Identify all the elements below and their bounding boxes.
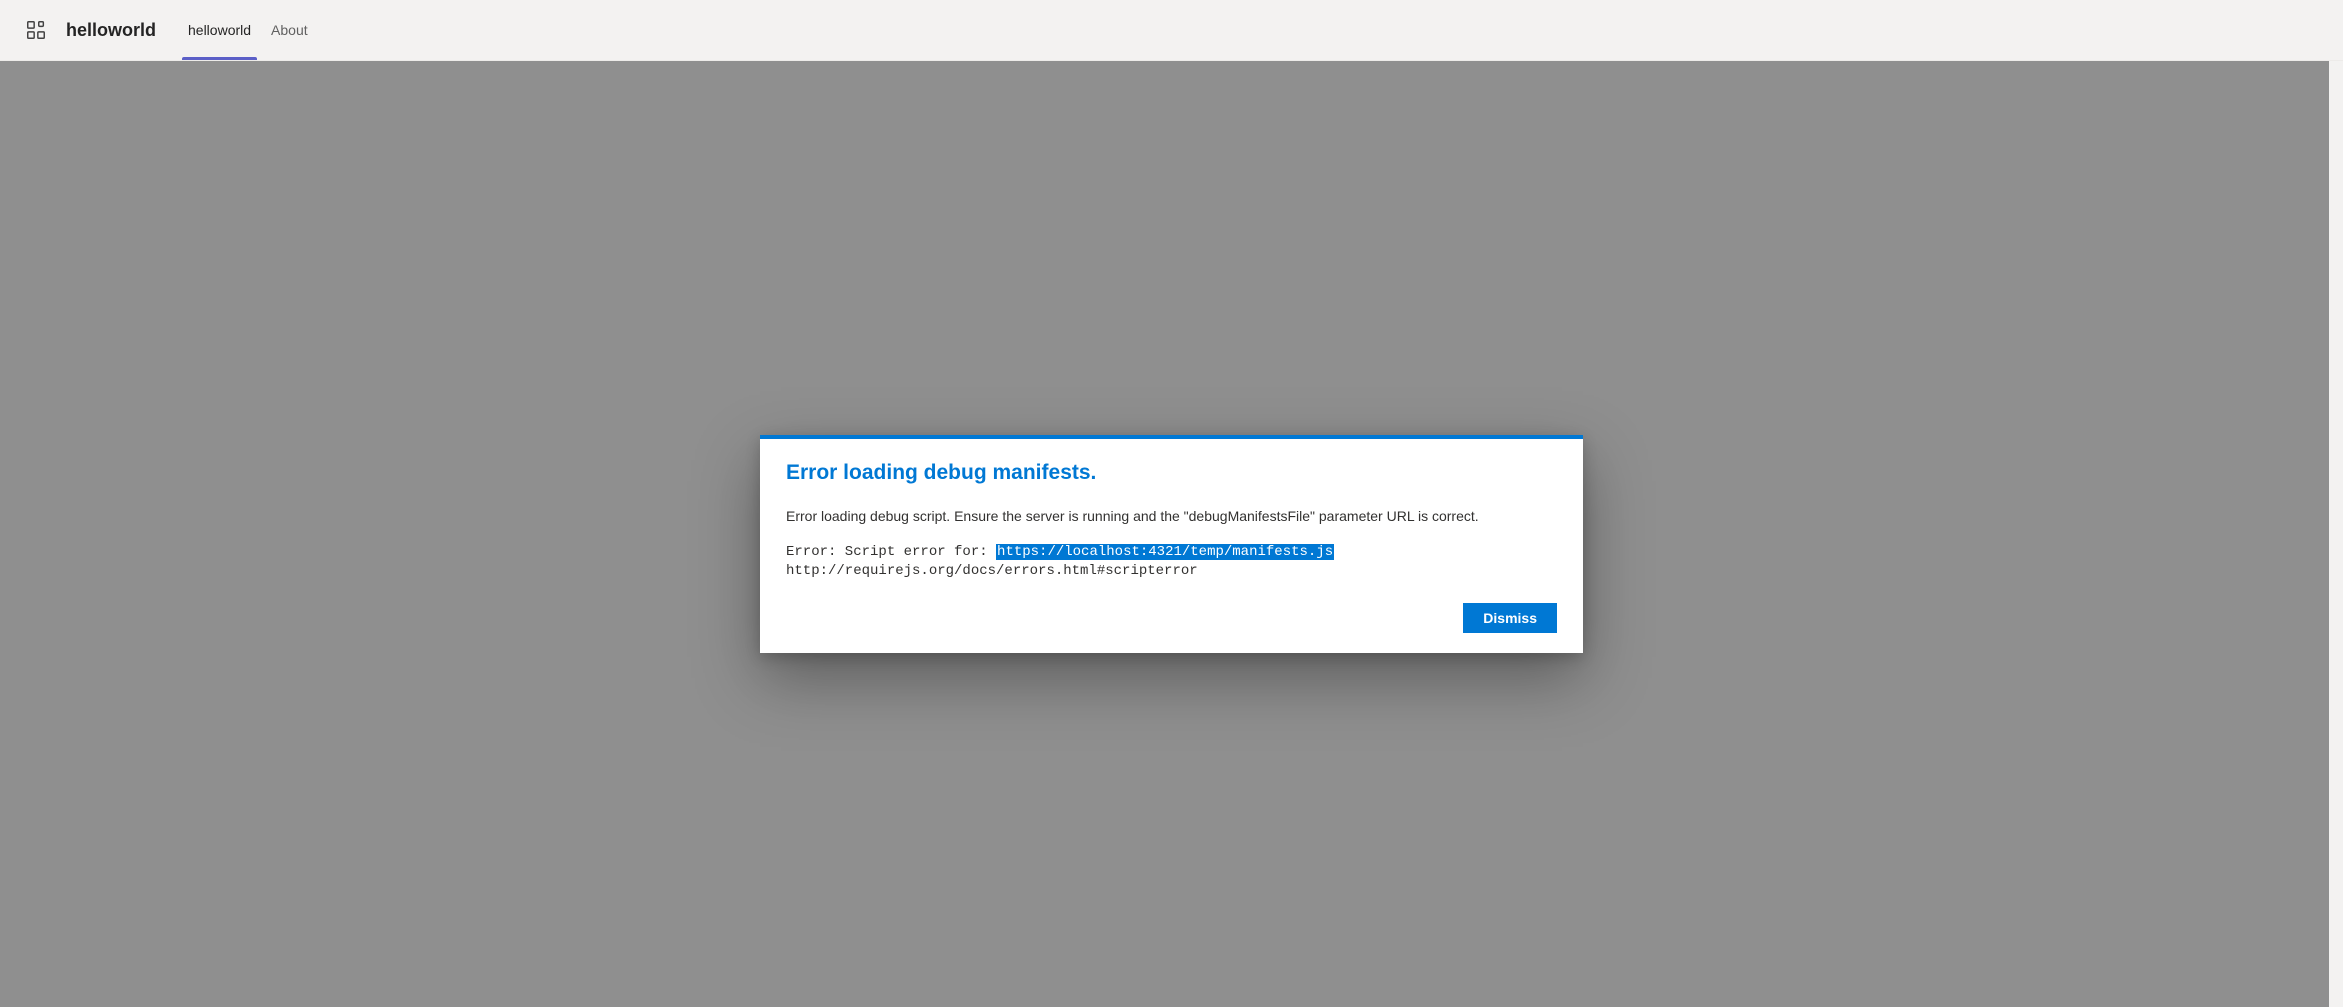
dialog-description: Error loading debug script. Ensure the s… [786,507,1557,527]
dialog-error-text: Error: Script error for: https://localho… [786,543,1557,581]
main-content-area: Error loading debug manifests. Error loa… [0,61,2343,1007]
dialog-title: Error loading debug manifests. [786,461,1557,485]
dialog-actions: Dismiss [786,603,1557,633]
tab-about[interactable]: About [261,0,318,60]
tab-bar: helloworld About [178,0,318,60]
error-url-highlight: https://localhost:4321/temp/manifests.js [996,544,1334,560]
vertical-scrollbar[interactable] [2329,61,2343,1007]
app-title: helloworld [66,20,156,41]
dismiss-button[interactable]: Dismiss [1463,603,1557,633]
tab-label: About [271,22,308,38]
apps-icon [25,19,47,41]
app-icon [20,14,52,46]
tab-label: helloworld [188,22,251,38]
app-header: helloworld helloworld About [0,0,2343,61]
error-prefix: Error: Script error for: [786,544,996,560]
error-docs-link: http://requirejs.org/docs/errors.html#sc… [786,563,1198,579]
error-dialog: Error loading debug manifests. Error loa… [760,435,1583,652]
tab-helloworld[interactable]: helloworld [178,0,261,60]
